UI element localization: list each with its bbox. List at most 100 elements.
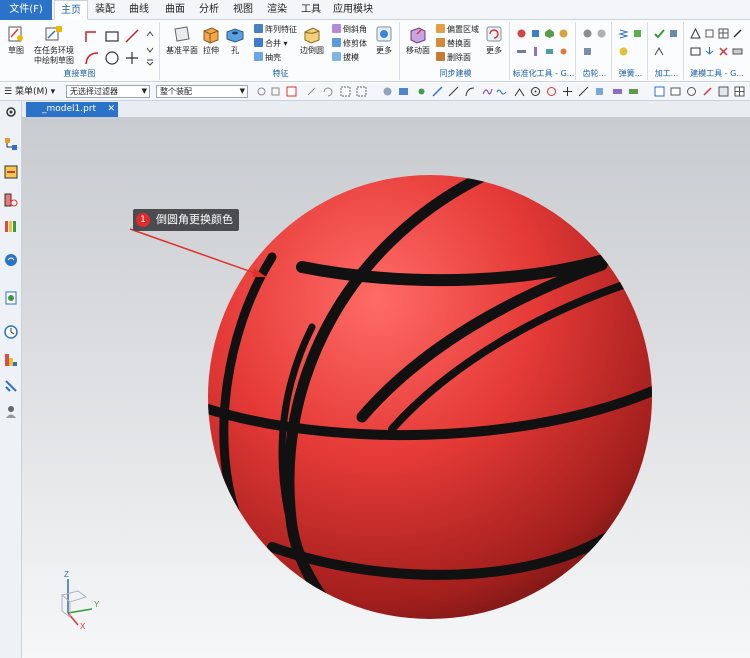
gear-group-label[interactable]: 齿轮... (578, 68, 611, 79)
tab-curve[interactable]: 曲线 (126, 0, 152, 20)
type-filter-select[interactable]: 无选择过滤器 ▼ (66, 85, 150, 98)
delete-face-button[interactable]: 删除面 (436, 52, 471, 64)
tab-application[interactable]: 应用模块 (332, 0, 374, 20)
copy-layer-icon[interactable] (704, 28, 715, 39)
key-icon[interactable] (544, 46, 555, 57)
rectangle-icon[interactable] (104, 28, 120, 44)
snap-face-icon[interactable] (594, 86, 605, 97)
hd3d-tools-icon[interactable] (4, 253, 18, 267)
machining-group-label[interactable]: 加工... (650, 68, 683, 79)
graphics-window[interactable]: Z Y X 1 倒圆角更换颜色 (22, 117, 750, 658)
gear-icon[interactable] (4, 105, 18, 119)
snap-bounded-icon[interactable] (612, 86, 623, 97)
standard-tools-group-label[interactable]: 标准化工具 - G... (512, 68, 575, 79)
shaft-icon[interactable] (516, 46, 527, 57)
replace-face-button[interactable]: 替换面 (436, 38, 471, 50)
snap-intersection-icon[interactable] (514, 86, 525, 97)
profile-icon[interactable] (84, 28, 100, 44)
sync-more-button[interactable]: 更多 (482, 24, 506, 56)
close-icon[interactable]: ✕ (107, 102, 115, 117)
task-sketch-button[interactable]: 在任务环境中绘制草图 (32, 24, 76, 66)
spring-design-icon[interactable] (632, 28, 643, 39)
view-orient-icon[interactable] (718, 86, 729, 97)
nut-standard-icon[interactable] (732, 46, 743, 57)
feature-more-button[interactable]: 更多 (372, 24, 396, 56)
document-tab[interactable]: _model1.prt ✕ (26, 102, 118, 117)
view-pan-icon[interactable] (702, 86, 713, 97)
move-face-button[interactable]: 移动面 (404, 24, 432, 56)
arc-icon[interactable] (84, 50, 100, 66)
selection-scope-select[interactable]: 整个装配 ▼ (156, 85, 248, 98)
pen-icon[interactable] (732, 28, 743, 39)
basketball-model[interactable] (208, 172, 662, 657)
web-browser-icon[interactable] (4, 291, 18, 305)
offset-region-button[interactable]: 偏置区域 (436, 24, 479, 36)
part-navigator-icon[interactable] (4, 193, 18, 207)
component-icon[interactable] (382, 86, 393, 97)
spring-delete-icon[interactable] (618, 46, 629, 57)
tab-surface[interactable]: 曲面 (162, 0, 188, 20)
spring-group-label[interactable]: 弹簧... (614, 68, 647, 79)
machining-tool-icon[interactable] (668, 28, 679, 39)
machining-path-icon[interactable] (654, 46, 665, 57)
snap-center-icon[interactable] (530, 86, 541, 97)
sketch-button[interactable]: 草图 (4, 24, 28, 56)
snap-arc-icon[interactable] (464, 86, 475, 97)
gear-display-icon[interactable] (582, 46, 593, 57)
shell-button[interactable]: 抽壳 (254, 52, 281, 64)
reuse-library-icon[interactable] (4, 219, 18, 233)
line-icon[interactable] (124, 28, 140, 44)
spring-pin-icon[interactable] (558, 46, 569, 57)
unite-button[interactable]: 合并 ▾ (254, 38, 288, 50)
gear-mesh-icon[interactable] (596, 28, 607, 39)
pattern-feature-button[interactable]: 阵列特征 (254, 24, 297, 36)
export-icon[interactable] (704, 46, 715, 57)
snap-midpoint-icon[interactable] (448, 86, 459, 97)
tab-home[interactable]: 主页 (54, 0, 88, 20)
tab-analysis[interactable]: 分析 (196, 0, 222, 20)
gear-icon[interactable] (516, 28, 527, 39)
washer-icon[interactable] (558, 28, 569, 39)
modeling-tools-group-label[interactable]: 建模工具 - G... (686, 68, 748, 79)
view-zoom-icon[interactable] (670, 86, 681, 97)
file-menu[interactable]: 文件(F) (0, 0, 52, 20)
select-all-icon[interactable] (340, 86, 351, 97)
model-canvas[interactable]: Z Y X (22, 117, 750, 658)
main-menu-button[interactable]: ☰ 菜单(M) ▾ (4, 85, 55, 99)
select-feature-icon[interactable] (270, 86, 281, 97)
bolt-icon[interactable] (530, 28, 541, 39)
table-tool-icon[interactable] (718, 28, 729, 39)
history-clock-icon[interactable] (4, 325, 18, 339)
point-icon[interactable] (124, 50, 140, 66)
tab-view[interactable]: 视图 (230, 0, 256, 20)
view-layout-icon[interactable] (734, 86, 745, 97)
sketch-gallery-scroll-icon[interactable] (146, 30, 154, 66)
trim-body-button[interactable]: 修剪体 (332, 38, 367, 50)
view-fit-icon[interactable] (654, 86, 665, 97)
snap-point-icon[interactable] (562, 86, 573, 97)
circle-icon[interactable] (104, 50, 120, 66)
machining-check-icon[interactable] (654, 28, 665, 39)
snap-pole-icon[interactable] (628, 86, 639, 97)
hole-button[interactable]: 孔 (224, 24, 246, 56)
tab-render[interactable]: 渲染 (264, 0, 290, 20)
spring-icon[interactable] (618, 28, 629, 39)
process-studio-icon[interactable] (4, 379, 18, 393)
delete-icon[interactable] (718, 46, 729, 57)
triangle-icon[interactable] (690, 28, 701, 39)
extrude-button[interactable]: 拉伸 (200, 24, 222, 56)
lasso-icon[interactable] (356, 86, 367, 97)
undo-select-icon[interactable] (322, 86, 333, 97)
datum-plane-button[interactable]: 基准平面 (164, 24, 200, 56)
assembly-navigator-icon[interactable] (4, 137, 18, 151)
snap-spline-icon[interactable] (496, 86, 507, 97)
frame-icon[interactable] (690, 46, 701, 57)
view-rotate-icon[interactable] (686, 86, 697, 97)
system-materials-icon[interactable] (4, 353, 18, 367)
snap-tangent-icon[interactable] (578, 86, 589, 97)
tab-assembly[interactable]: 装配 (92, 0, 118, 20)
pin-icon[interactable] (530, 46, 541, 57)
snap-curve-icon[interactable] (482, 86, 493, 97)
snap-endpoint-icon[interactable] (416, 86, 427, 97)
tab-tools[interactable]: 工具 (298, 0, 324, 20)
